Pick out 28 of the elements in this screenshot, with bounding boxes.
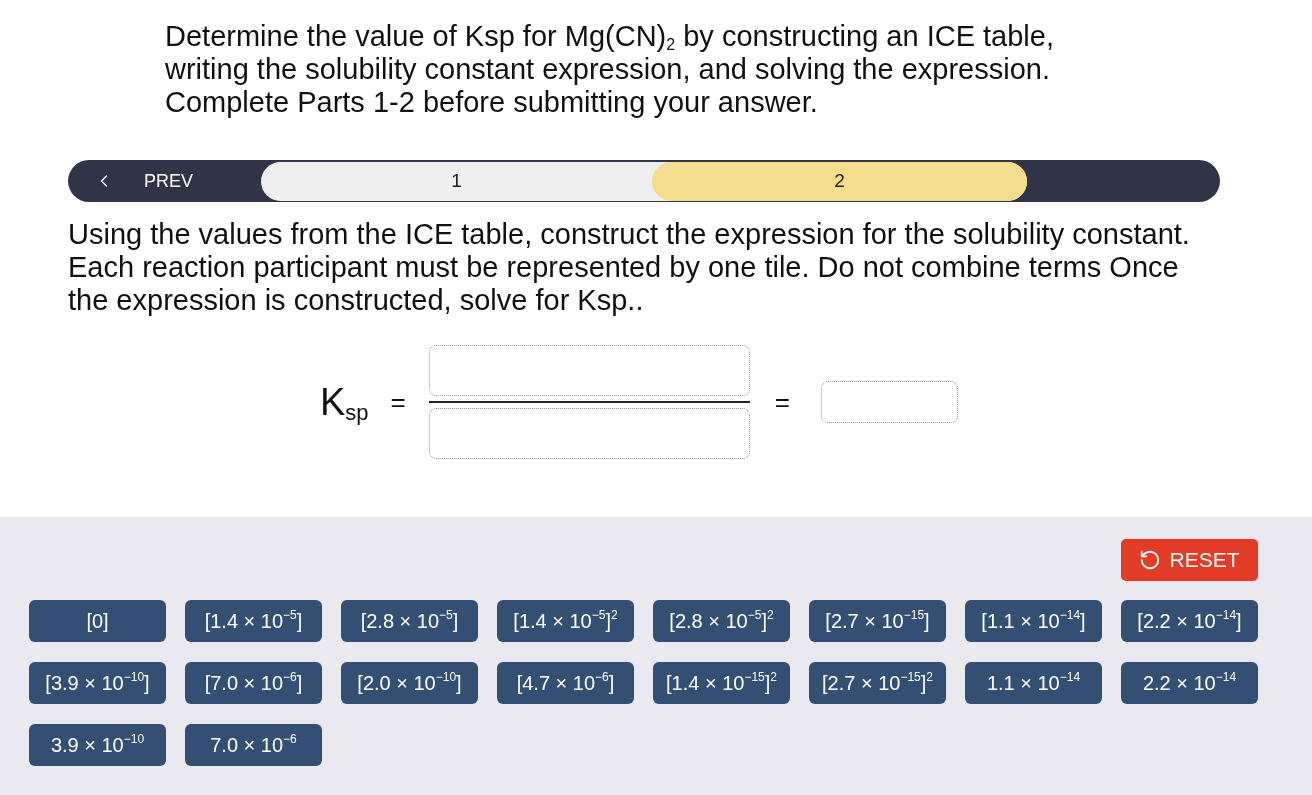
- prev-button[interactable]: PREV: [94, 171, 204, 191]
- answer-tile[interactable]: [2.8 × 10$^{−5}$]$^{2}$: [653, 600, 790, 642]
- answer-tile[interactable]: [2.7 × 10$^{−15}$]$^{2}$: [809, 662, 946, 704]
- ksp-symbol: K$_{sp}$: [320, 379, 369, 428]
- instruction-text: Using the values from the ICE table, construct the expression for the solubility constant. Each reaction participant must be represented by one tile. Do not combine terms Once the expression is constructed, solve for Ksp..: [68, 218, 1191, 317]
- step-tab[interactable]: 1: [261, 161, 652, 201]
- answer-tile[interactable]: [4.7 × 10$^{−6}$]: [497, 662, 634, 704]
- answer-tile[interactable]: 3.9 × 10$^{−10}$: [29, 724, 166, 766]
- answer-tile[interactable]: [2.7 × 10$^{−15}$]: [809, 600, 946, 642]
- answer-tile[interactable]: 2.2 × 10$^{−14}$: [1121, 662, 1258, 704]
- answer-tile[interactable]: [7.0 × 10$^{−6}$]: [185, 662, 322, 704]
- answer-tile[interactable]: [2.8 × 10$^{−5}$]: [341, 600, 478, 642]
- answer-tile[interactable]: [2.2 × 10$^{−14}$]: [1121, 600, 1258, 642]
- undo-arrow-icon: [1139, 549, 1162, 571]
- answer-tile[interactable]: [1.4 × 10$^{−5}$]: [185, 600, 322, 642]
- answer-tile[interactable]: [1.1 × 10$^{−14}$]: [965, 600, 1102, 642]
- reset-button[interactable]: RESET: [1121, 539, 1258, 581]
- answer-tile[interactable]: [0]: [29, 600, 166, 642]
- answer-tile[interactable]: 7.0 × 10$^{−6}$: [185, 724, 322, 766]
- answer-tile[interactable]: [2.0 × 10$^{−10}$]: [341, 662, 478, 704]
- intro-text: Determine the value of Ksp for Mg(CN)$_{2}$ by constructing an ICE table, writing the solubility constant expression, and solving the expression. Complete Parts 1-2 before submitting your answer.: [165, 20, 1055, 119]
- answer-tile[interactable]: 1.1 × 10$^{−14}$: [965, 662, 1102, 704]
- equals-sign: =: [774, 388, 790, 415]
- answer-tile[interactable]: [1.4 × 10$^{−15}$]$^{2}$: [653, 662, 790, 704]
- answer-tile[interactable]: [3.9 × 10$^{−10}$]: [29, 662, 166, 704]
- answer-tile[interactable]: [1.4 × 10$^{−5}$]$^{2}$: [497, 600, 634, 642]
- step-tab[interactable]: 2: [652, 161, 1027, 201]
- equals-sign: =: [390, 388, 406, 415]
